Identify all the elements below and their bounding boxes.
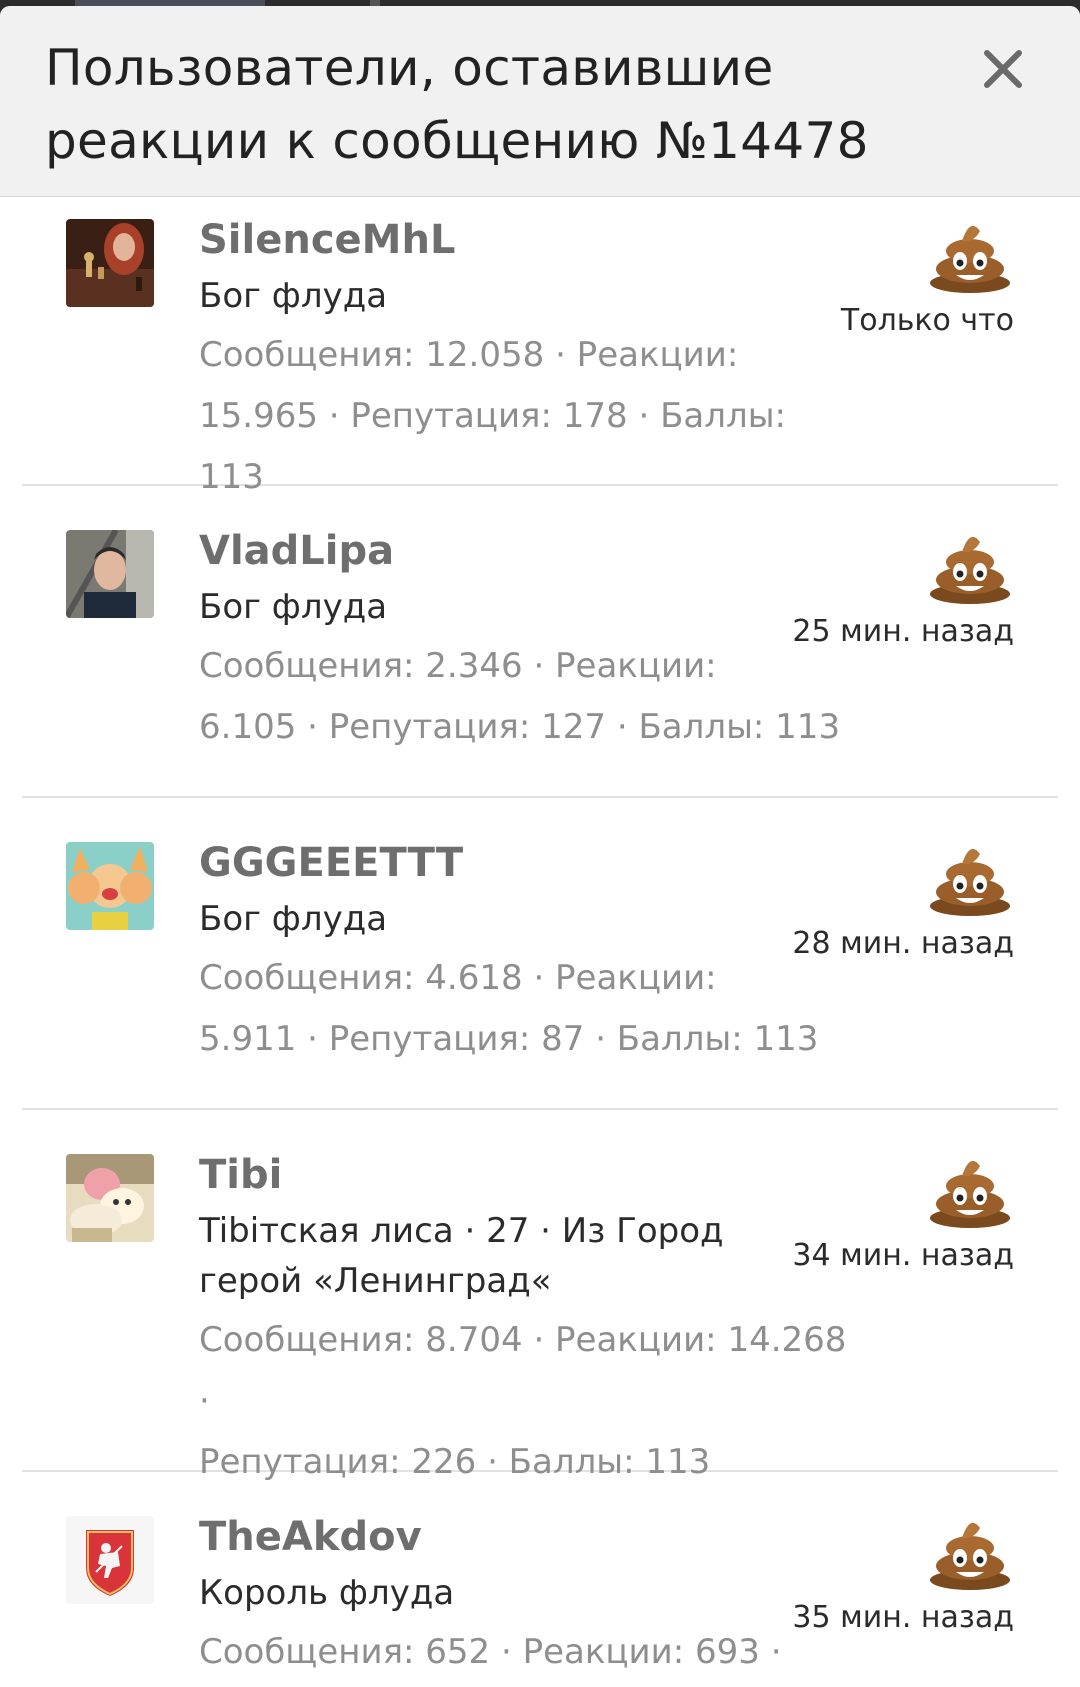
username-link[interactable]: VladLipa bbox=[199, 528, 859, 574]
list-item: Tibi Tibiтская лиса · 27 · Из Город геро… bbox=[22, 1110, 1058, 1482]
user-stats: Сообщения: 652 · Реакции: 693 · bbox=[199, 1632, 782, 1672]
user-info: Tibi Tibiтская лиса · 27 · Из Город геро… bbox=[199, 1152, 859, 1493]
user-stats: 6.105 · Репутация: 127 · Баллы: 113 bbox=[199, 707, 841, 747]
reaction-time: 35 мин. назад bbox=[792, 1600, 1014, 1635]
user-title: герой «Ленинград« bbox=[199, 1261, 552, 1301]
reaction-time: 34 мин. назад bbox=[792, 1238, 1014, 1273]
poop-icon bbox=[930, 225, 1010, 293]
list-item: GGGEEETTT Бог флуда Сообщения: 4.618 · Р… bbox=[22, 798, 1058, 1110]
poop-icon bbox=[930, 1160, 1010, 1228]
reactions-dialog: Пользователи, оставившие реакции к сообщ… bbox=[0, 6, 1080, 1687]
avatar[interactable] bbox=[66, 219, 154, 307]
user-stats: 5.911 · Репутация: 87 · Баллы: 113 bbox=[199, 1019, 819, 1059]
user-stats: Сообщения: 8.704 · Реакции: 14.268 · bbox=[199, 1320, 847, 1421]
dialog-title: Пользователи, оставившие реакции к сообщ… bbox=[45, 39, 869, 170]
avatar[interactable] bbox=[66, 1154, 154, 1242]
reaction-time: Только что bbox=[840, 303, 1014, 338]
user-title: Король флуда bbox=[199, 1573, 455, 1613]
user-title: Бог флуда bbox=[199, 276, 388, 316]
reaction-cell: 25 мин. назад bbox=[784, 528, 1014, 650]
user-info: GGGEEETTT Бог флуда Сообщения: 4.618 · Р… bbox=[199, 840, 859, 1070]
reaction-time: 28 мин. назад bbox=[792, 926, 1014, 961]
dialog-header: Пользователи, оставившие реакции к сообщ… bbox=[0, 6, 1080, 197]
user-info: TheAkdov Король флуда Сообщения: 652 · Р… bbox=[199, 1514, 859, 1683]
avatar[interactable] bbox=[66, 1516, 154, 1604]
close-button[interactable] bbox=[978, 44, 1028, 94]
user-stats: Сообщения: 4.618 · Реакции: bbox=[199, 958, 717, 998]
username-link[interactable]: GGGEEETTT bbox=[199, 840, 859, 886]
username-link[interactable]: TheAkdov bbox=[199, 1514, 859, 1560]
user-title: Бог флуда bbox=[199, 899, 388, 939]
reactions-list: SilenceMhL Бог флуда Сообщения: 12.058 ·… bbox=[0, 197, 1080, 1687]
list-item: SilenceMhL Бог флуда Сообщения: 12.058 ·… bbox=[22, 197, 1058, 497]
user-info: SilenceMhL Бог флуда Сообщения: 12.058 ·… bbox=[199, 217, 859, 508]
poop-icon bbox=[930, 536, 1010, 604]
list-item: VladLipa Бог флуда Сообщения: 2.346 · Ре… bbox=[22, 486, 1058, 798]
reaction-cell: Только что bbox=[784, 217, 1014, 339]
close-icon[interactable] bbox=[978, 44, 1028, 94]
poop-icon bbox=[930, 1522, 1010, 1590]
avatar[interactable] bbox=[66, 842, 154, 930]
list-item: TheAkdov Король флуда Сообщения: 652 · Р… bbox=[22, 1472, 1058, 1687]
user-stats: Сообщения: 12.058 · Реакции: bbox=[199, 335, 739, 375]
poop-icon bbox=[930, 848, 1010, 916]
user-title: Tibiтская лиса · 27 · Из Город bbox=[199, 1211, 724, 1251]
username-link[interactable]: SilenceMhL bbox=[199, 217, 859, 263]
user-info: VladLipa Бог флуда Сообщения: 2.346 · Ре… bbox=[199, 528, 859, 758]
avatar[interactable] bbox=[66, 530, 154, 618]
user-stats: Сообщения: 2.346 · Реакции: bbox=[199, 646, 717, 686]
reaction-cell: 35 мин. назад bbox=[784, 1514, 1014, 1636]
reaction-time: 25 мин. назад bbox=[792, 614, 1014, 649]
username-link[interactable]: Tibi bbox=[199, 1152, 859, 1198]
user-title: Бог флуда bbox=[199, 587, 388, 627]
reaction-cell: 34 мин. назад bbox=[784, 1152, 1014, 1274]
reaction-cell: 28 мин. назад bbox=[784, 840, 1014, 962]
